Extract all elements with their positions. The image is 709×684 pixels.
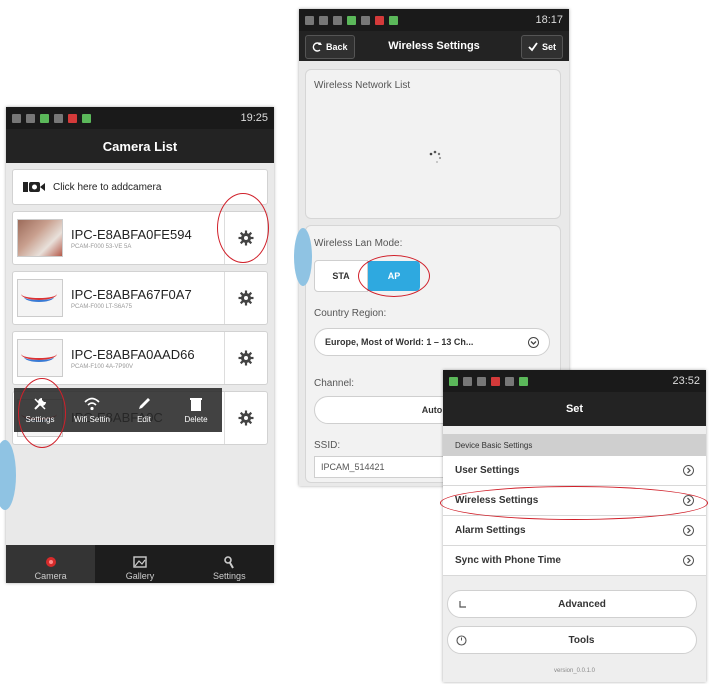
version-label: version_0.0.1.0 [553,668,596,674]
camera-info: IPC-E8ABFA67F0A7 PCAM-F000 LT-S6A75 [71,287,224,310]
nav-camera[interactable]: Camera [6,545,96,583]
clock-icon [456,634,467,646]
advanced-button[interactable]: Advanced [447,590,697,618]
pencil-icon [139,398,150,409]
highlight-gear [217,193,269,263]
camera-model: PCAM-F000 53-VE 5A [71,243,132,250]
network-list-panel: Wireless Network List [305,69,561,219]
advanced-label: Advanced [558,598,606,610]
context-wifi-button[interactable]: Wifi Settin [66,388,118,432]
menu-item-label: Alarm Settings [455,525,526,536]
nav-camera-label: Camera [34,571,67,581]
wrench-nav-icon [224,556,235,569]
menu-item-label: User Settings [455,465,520,476]
loading-spinner-icon [429,150,442,163]
camera-name: IPC-E8ABFA67F0A7 [71,286,192,302]
nav-gallery-label: Gallery [125,571,155,581]
ssid-label: SSID: [314,440,341,451]
highlight-ap-mode [358,255,430,297]
set-label: Set [541,42,556,52]
tools-label: Tools [568,634,595,646]
camera-row[interactable]: IPC-E8ABFA67F0A7 PCAM-F000 LT-S6A75 [12,271,268,325]
status-bar: 18:17 [299,9,569,31]
chevron-right-icon [683,555,694,566]
title-text: Set [565,403,584,415]
back-label: Back [326,42,348,52]
ssid-value: IPCAM_514421 [321,462,385,472]
brand-logo-icon [17,339,63,377]
camera-info: IPC-E8ABFA0AAD66 PCAM-F100 4A-7P90V [71,347,224,370]
camera-settings-button[interactable] [224,272,267,324]
set-button[interactable]: Set [520,35,563,59]
camera-settings-button[interactable] [224,332,267,384]
camera-row[interactable]: IPC-E8ABFA0AAD66 PCAM-F100 4A-7P90V [12,331,268,385]
network-list-label: Wireless Network List [314,80,411,91]
camera-model: PCAM-F000 LT-S6A75 [71,303,132,310]
status-bar: 19:25 [6,107,274,129]
status-time: 18:17 [535,14,563,26]
gear-icon [238,350,254,366]
camera-settings-button[interactable] [224,392,267,444]
gear-icon [238,410,254,426]
trash-icon [190,398,202,411]
arrow-icon [459,601,466,608]
camera-info: IPC-E8ABFA0FE594 PCAM-F000 53-VE 5A [71,227,224,250]
highlight-settings [18,378,66,448]
country-region-select[interactable]: Europe, Most of World: 1 – 13 Ch... [314,328,550,356]
status-time: 19:25 [240,112,268,124]
context-edit-label: Edit [137,415,151,424]
status-time: 23:52 [672,375,700,387]
camera-model: PCAM-F100 4A-7P90V [71,363,134,370]
nav-settings[interactable]: Settings [185,545,274,583]
gallery-icon [133,556,147,568]
menu-item-label: Sync with Phone Time [455,555,561,566]
back-arrow-icon [312,42,322,52]
checkmark-icon [528,42,538,52]
nav-gallery[interactable]: Gallery [95,545,184,583]
photo-icon [17,219,63,257]
title-text: Camera List [102,138,178,154]
camera-add-icon [23,181,45,193]
menu-item[interactable]: Alarm Settings [443,516,706,546]
header: Back Wireless Settings Set [299,31,569,61]
channel-label: Channel: [314,378,355,389]
camera-nav-icon [45,557,56,567]
chevron-right-icon [683,465,694,476]
page-title: Wireless Settings [388,40,480,52]
brand-logo-icon [17,279,63,317]
chevron-down-icon [528,336,539,348]
menu-item[interactable]: User Settings [443,456,706,486]
status-bar: 23:52 [443,370,706,392]
highlight-wireless-settings [440,486,708,520]
back-button[interactable]: Back [305,35,355,59]
nav-settings-label: Settings [213,571,246,581]
page-title: Camera List [6,129,274,163]
camera-name: IPC-E8ABFA0AAD66 [71,346,195,362]
add-camera-label: Click here to addcamera [53,181,162,193]
wifi-icon [84,397,100,411]
chevron-right-icon [683,525,694,536]
camera-list-screen: 19:25 Camera List Click here to addcamer… [6,107,274,583]
context-delete-label: Delete [184,415,208,424]
lan-mode-label: Wireless Lan Mode: [314,238,403,249]
context-delete-button[interactable]: Delete [170,388,222,432]
camera-name: IPC-E8ABFA0FE594 [71,226,192,242]
tools-button[interactable]: Tools [447,626,697,654]
set-screen: 23:52 Set Device Basic Settings User Set… [443,370,706,682]
section-device-basic-settings: Device Basic Settings [443,434,706,456]
gear-icon [238,290,254,306]
channel-value: Auto [421,405,443,415]
scroll-hint-middle [294,228,312,286]
menu-item[interactable]: Sync with Phone Time [443,546,706,576]
context-wifi-label: Wifi Settin [73,415,110,424]
country-region-value: Europe, Most of World: 1 – 13 Ch... [325,337,474,347]
country-region-label: Country Region: [314,308,387,319]
page-title: Set [443,392,706,426]
context-edit-button[interactable]: Edit [118,388,170,432]
bottom-nav: Camera Gallery Settings [6,545,274,583]
